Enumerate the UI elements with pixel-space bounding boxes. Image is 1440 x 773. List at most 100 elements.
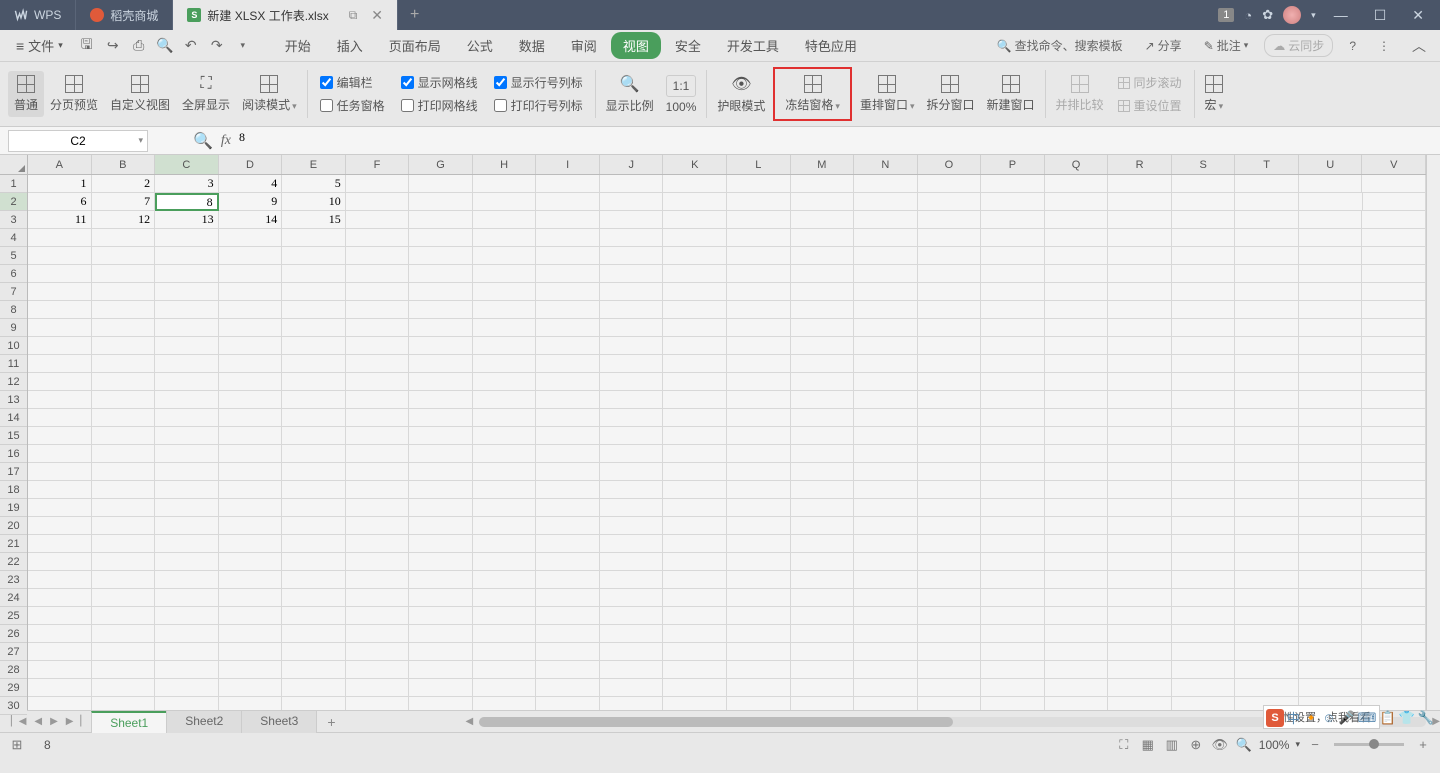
cell[interactable]: 5 xyxy=(282,175,346,193)
cell[interactable] xyxy=(536,535,600,553)
row-header[interactable]: 24 xyxy=(0,589,27,607)
cell[interactable] xyxy=(1172,391,1236,409)
undo-icon[interactable]: ↶ xyxy=(181,36,201,56)
cell[interactable] xyxy=(282,283,346,301)
checkbox-icon[interactable] xyxy=(320,99,333,112)
cell[interactable] xyxy=(536,481,600,499)
row-header[interactable]: 18 xyxy=(0,481,27,499)
cell[interactable] xyxy=(1235,319,1299,337)
read-mode-button[interactable]: 阅读模式 xyxy=(236,71,303,117)
col-header[interactable]: S xyxy=(1172,155,1236,174)
cell[interactable] xyxy=(536,175,600,193)
cell[interactable] xyxy=(1045,553,1109,571)
cell[interactable] xyxy=(727,319,791,337)
cell[interactable] xyxy=(28,517,92,535)
cell[interactable] xyxy=(791,463,855,481)
menu-tab-1[interactable]: 插入 xyxy=(325,32,375,59)
cell[interactable] xyxy=(473,337,537,355)
row-header[interactable]: 5 xyxy=(0,247,27,265)
cloud-sync-button[interactable]: ☁ 云同步 xyxy=(1264,34,1333,57)
cell[interactable] xyxy=(1299,643,1363,661)
cell[interactable] xyxy=(1362,643,1426,661)
cell[interactable] xyxy=(981,193,1045,211)
cell[interactable] xyxy=(1362,409,1426,427)
cell[interactable] xyxy=(473,409,537,427)
cell[interactable] xyxy=(409,697,473,710)
cell[interactable] xyxy=(473,301,537,319)
cell[interactable] xyxy=(1172,283,1236,301)
cell[interactable] xyxy=(1235,265,1299,283)
fullscreen-status-icon[interactable]: ⛶ xyxy=(1115,737,1133,753)
cell[interactable] xyxy=(536,337,600,355)
cell[interactable] xyxy=(1045,481,1109,499)
more-icon[interactable]: ⋮ xyxy=(1372,37,1396,55)
row-header[interactable]: 14 xyxy=(0,409,27,427)
cell[interactable] xyxy=(981,229,1045,247)
file-menu[interactable]: ≡ 文件 ▾ xyxy=(8,34,71,57)
cell[interactable] xyxy=(791,571,855,589)
cell[interactable] xyxy=(854,175,918,193)
cell[interactable] xyxy=(854,643,918,661)
cell[interactable] xyxy=(473,355,537,373)
col-header[interactable]: J xyxy=(600,155,664,174)
cell[interactable] xyxy=(282,265,346,283)
cell[interactable] xyxy=(1108,463,1172,481)
cell[interactable] xyxy=(409,553,473,571)
cell[interactable] xyxy=(600,355,664,373)
cell[interactable] xyxy=(92,679,156,697)
print-icon[interactable]: ⎙ xyxy=(129,36,149,56)
cell[interactable] xyxy=(1299,373,1363,391)
cell[interactable] xyxy=(282,463,346,481)
checkbox-icon[interactable] xyxy=(401,76,414,89)
cell[interactable] xyxy=(346,463,410,481)
cell[interactable]: 6 xyxy=(28,193,92,211)
ime-keyboard-icon[interactable]: ⌨ xyxy=(1358,710,1377,726)
row-header[interactable]: 21 xyxy=(0,535,27,553)
cell[interactable] xyxy=(791,589,855,607)
cell[interactable] xyxy=(918,589,982,607)
cell[interactable] xyxy=(1108,319,1172,337)
cell[interactable] xyxy=(1108,661,1172,679)
cell[interactable] xyxy=(155,445,219,463)
cell[interactable] xyxy=(600,247,664,265)
cell[interactable] xyxy=(1172,301,1236,319)
cell[interactable] xyxy=(473,445,537,463)
checkbox-icon[interactable] xyxy=(494,99,507,112)
cell[interactable] xyxy=(918,697,982,710)
zoom-percent[interactable]: 100% xyxy=(1259,738,1290,752)
cell[interactable] xyxy=(918,553,982,571)
cell[interactable]: 9 xyxy=(219,193,283,211)
cell[interactable] xyxy=(219,265,283,283)
cell[interactable] xyxy=(727,211,791,229)
menu-tab-8[interactable]: 开发工具 xyxy=(715,32,791,59)
col-header[interactable]: V xyxy=(1362,155,1426,174)
cell[interactable] xyxy=(600,283,664,301)
cell[interactable] xyxy=(28,337,92,355)
cell[interactable] xyxy=(663,463,727,481)
cell[interactable] xyxy=(409,409,473,427)
col-header[interactable]: I xyxy=(536,155,600,174)
cell[interactable] xyxy=(409,337,473,355)
cell[interactable] xyxy=(473,211,537,229)
cell[interactable]: 11 xyxy=(28,211,92,229)
cell[interactable] xyxy=(409,607,473,625)
row-header[interactable]: 30 xyxy=(0,697,27,715)
notification-badge[interactable]: 1 xyxy=(1218,8,1234,22)
cell[interactable] xyxy=(727,373,791,391)
cell[interactable] xyxy=(854,607,918,625)
cell[interactable] xyxy=(155,481,219,499)
cell[interactable] xyxy=(346,229,410,247)
cell[interactable] xyxy=(1362,229,1426,247)
cell[interactable] xyxy=(92,643,156,661)
cell[interactable] xyxy=(663,427,727,445)
cell[interactable] xyxy=(1172,445,1236,463)
cell[interactable]: 4 xyxy=(219,175,283,193)
cell[interactable] xyxy=(409,661,473,679)
chevron-down-icon[interactable]: ▾ xyxy=(138,135,143,146)
name-box[interactable]: C2 ▾ xyxy=(8,130,148,152)
cell[interactable] xyxy=(727,193,791,211)
cell[interactable] xyxy=(1108,355,1172,373)
cell[interactable] xyxy=(981,463,1045,481)
cell[interactable] xyxy=(1045,535,1109,553)
cell[interactable] xyxy=(600,697,664,710)
